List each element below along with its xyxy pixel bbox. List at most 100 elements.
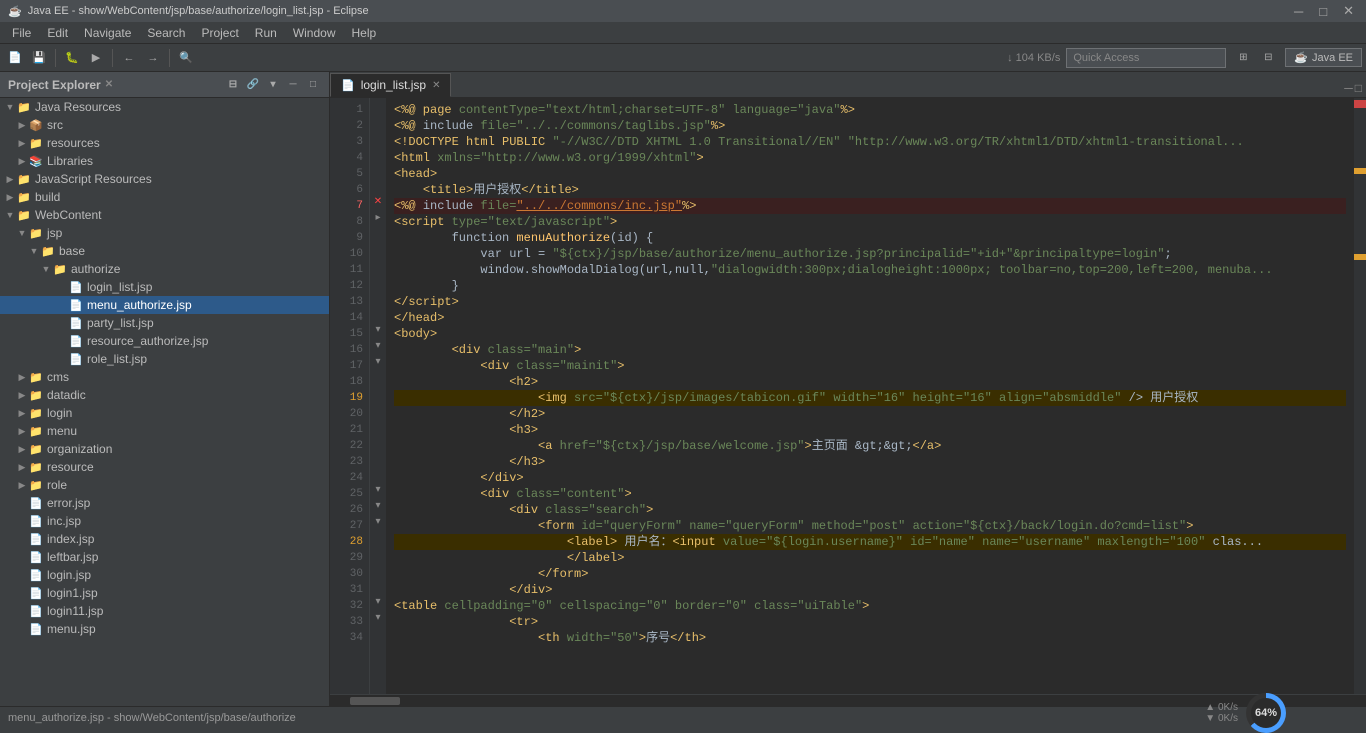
maximize-editor-icon[interactable]: □ <box>1355 81 1362 95</box>
tree-item-src[interactable]: ▶ 📦 src <box>0 116 329 134</box>
gutter-15[interactable]: ▾ <box>370 322 386 338</box>
expand-arrow[interactable]: ▶ <box>16 156 28 167</box>
expand-arrow[interactable]: ▶ <box>4 192 16 203</box>
menu-file[interactable]: File <box>4 24 39 42</box>
expand-arrow[interactable]: ▼ <box>40 264 52 274</box>
expand-arrow[interactable]: ▼ <box>4 102 16 112</box>
tree-item-resource-authorize[interactable]: 📄 resource_authorize.jsp <box>0 332 329 350</box>
tree-item-jsp[interactable]: ▼ 📁 jsp <box>0 224 329 242</box>
menu-navigate[interactable]: Navigate <box>76 24 139 42</box>
expand-arrow[interactable]: ▶ <box>16 390 28 401</box>
tree-item-login-jsp[interactable]: 📄 login.jsp <box>0 566 329 584</box>
quick-access-box[interactable]: Quick Access <box>1066 48 1226 68</box>
code-editor[interactable]: 1 2 3 4 5 6 7 8 9 10 11 12 13 14 15 16 1… <box>330 98 1366 694</box>
collapse-all-icon[interactable]: ⊟ <box>225 77 241 93</box>
toolbar-back[interactable]: ← <box>118 47 140 69</box>
tree-item-menu[interactable]: ▶ 📁 menu <box>0 422 329 440</box>
tree-item-inc-jsp[interactable]: 📄 inc.jsp <box>0 512 329 530</box>
expand-arrow[interactable]: ▼ <box>28 246 40 256</box>
minimize-view-icon[interactable]: ─ <box>285 77 301 93</box>
tree-item-build[interactable]: ▶ 📁 build <box>0 188 329 206</box>
expand-arrow[interactable]: ▶ <box>16 426 28 437</box>
tree-label: error.jsp <box>47 496 90 510</box>
expand-arrow[interactable]: ▶ <box>16 444 28 455</box>
toolbar-new[interactable]: 📄 <box>4 47 26 69</box>
toolbar-debug[interactable]: 🐛 <box>61 47 83 69</box>
tab-close-button[interactable]: ✕ <box>432 80 440 91</box>
gutter-33[interactable]: ▾ <box>370 610 386 626</box>
code-line-13: </script> <box>394 294 1346 310</box>
tree-item-webcontent[interactable]: ▼ 📁 WebContent <box>0 206 329 224</box>
tree-item-login11-jsp[interactable]: 📄 login11.jsp <box>0 602 329 620</box>
tree-item-index-jsp[interactable]: 📄 index.jsp <box>0 530 329 548</box>
tree-item-authorize[interactable]: ▼ 📁 authorize <box>0 260 329 278</box>
folder-icon: 📁 <box>28 423 44 439</box>
tree-item-party-list[interactable]: 📄 party_list.jsp <box>0 314 329 332</box>
menu-bar: File Edit Navigate Search Project Run Wi… <box>0 22 1366 44</box>
gutter-27[interactable]: ▾ <box>370 514 386 530</box>
folder-icon: 📁 <box>16 99 32 115</box>
tree-item-resources[interactable]: ▶ 📁 resources <box>0 134 329 152</box>
tree-item-libraries[interactable]: ▶ 📚 Libraries <box>0 152 329 170</box>
tree-item-login1-jsp[interactable]: 📄 login1.jsp <box>0 584 329 602</box>
tree-item-menu-authorize[interactable]: 📄 menu_authorize.jsp <box>0 296 329 314</box>
expand-arrow[interactable]: ▶ <box>4 174 16 185</box>
gutter-26[interactable]: ▾ <box>370 498 386 514</box>
tree-item-menu-jsp[interactable]: 📄 menu.jsp <box>0 620 329 638</box>
gutter-25[interactable]: ▾ <box>370 482 386 498</box>
expand-arrow[interactable]: ▶ <box>16 480 28 491</box>
tree-item-base[interactable]: ▼ 📁 base <box>0 242 329 260</box>
tab-label: login_list.jsp <box>361 78 426 92</box>
toolbar-save[interactable]: 💾 <box>28 47 50 69</box>
menu-window[interactable]: Window <box>285 24 344 42</box>
tree-item-error-jsp[interactable]: 📄 error.jsp <box>0 494 329 512</box>
tree-item-role[interactable]: ▶ 📁 role <box>0 476 329 494</box>
tree-item-js-resources[interactable]: ▶ 📁 JavaScript Resources <box>0 170 329 188</box>
code-content[interactable]: <%@ page contentType="text/html;charset=… <box>386 98 1354 694</box>
tree-item-java-resources[interactable]: ▼ 📁 Java Resources <box>0 98 329 116</box>
tree-item-login-list[interactable]: 📄 login_list.jsp <box>0 278 329 296</box>
toolbar-search[interactable]: 🔍 <box>175 47 197 69</box>
tree-item-datadic[interactable]: ▶ 📁 datadic <box>0 386 329 404</box>
gutter-17[interactable]: ▾ <box>370 354 386 370</box>
gutter-16[interactable]: ▾ <box>370 338 386 354</box>
tree-item-resource[interactable]: ▶ 📁 resource <box>0 458 329 476</box>
tree-item-leftbar-jsp[interactable]: 📄 leftbar.jsp <box>0 548 329 566</box>
expand-arrow[interactable]: ▶ <box>16 120 28 131</box>
link-editor-icon[interactable]: 🔗 <box>245 77 261 93</box>
tree-item-role-list[interactable]: 📄 role_list.jsp <box>0 350 329 368</box>
scrollbar-thumb <box>350 697 400 705</box>
menu-run[interactable]: Run <box>247 24 285 42</box>
menu-edit[interactable]: Edit <box>39 24 76 42</box>
perspective-button[interactable]: ☕ Java EE <box>1285 48 1362 67</box>
maximize-view-icon[interactable]: □ <box>305 77 321 93</box>
gutter-32[interactable]: ▾ <box>370 594 386 610</box>
minimize-button[interactable]: ─ <box>1290 4 1307 19</box>
menu-search[interactable]: Search <box>139 24 193 42</box>
maximize-button[interactable]: □ <box>1315 4 1331 19</box>
gutter-8[interactable]: ▸ <box>370 210 386 226</box>
toolbar-run[interactable]: ▶ <box>85 47 107 69</box>
line-num-9: 9 <box>330 230 369 246</box>
jsp-file-icon: 📄 <box>28 621 44 637</box>
expand-arrow[interactable]: ▼ <box>4 210 16 220</box>
menu-project[interactable]: Project <box>193 24 246 42</box>
menu-help[interactable]: Help <box>344 24 385 42</box>
tree-item-organization[interactable]: ▶ 📁 organization <box>0 440 329 458</box>
panel-close-icon[interactable]: ✕ <box>101 79 117 90</box>
perspective-icon-2[interactable]: ⊟ <box>1257 47 1279 69</box>
expand-arrow[interactable]: ▶ <box>16 462 28 473</box>
close-button[interactable]: ✕ <box>1339 3 1358 19</box>
expand-arrow[interactable]: ▶ <box>16 138 28 149</box>
perspective-icon-1[interactable]: ⊞ <box>1232 47 1254 69</box>
minimize-editor-icon[interactable]: ─ <box>1344 81 1353 95</box>
view-menu-icon[interactable]: ▾ <box>265 77 281 93</box>
toolbar-forward[interactable]: → <box>142 47 164 69</box>
expand-arrow[interactable]: ▼ <box>16 228 28 238</box>
title-bar: ☕ Java EE - show/WebContent/jsp/base/aut… <box>0 0 1366 22</box>
expand-arrow[interactable]: ▶ <box>16 372 28 383</box>
tree-item-cms[interactable]: ▶ 📁 cms <box>0 368 329 386</box>
editor-tab-login-list[interactable]: 📄 login_list.jsp ✕ <box>330 73 451 97</box>
tree-item-login[interactable]: ▶ 📁 login <box>0 404 329 422</box>
expand-arrow[interactable]: ▶ <box>16 408 28 419</box>
